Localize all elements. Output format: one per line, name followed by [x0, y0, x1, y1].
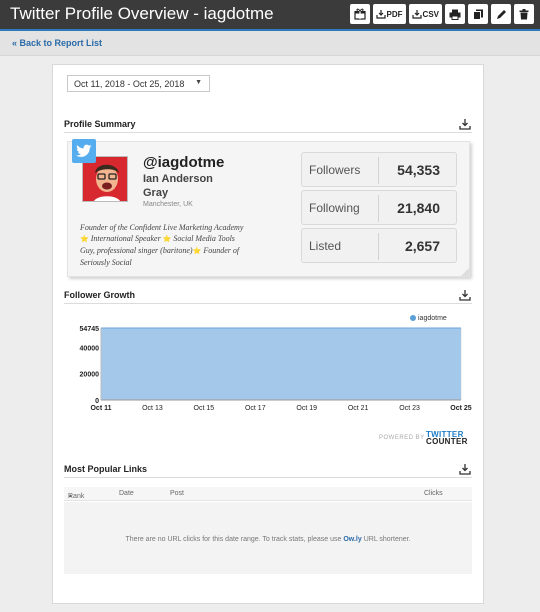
bio-line: Seriously Social: [80, 258, 132, 267]
stat-label: Following: [309, 201, 360, 215]
star-icon: ⭐: [80, 235, 89, 243]
follower-growth-chart: 54745 40000 20000 0Oct 11 Oct 13 Oct 15 Oct 17…: [80, 326, 472, 412]
bio-line: International Speaker: [90, 234, 161, 243]
profile-photo: [83, 157, 127, 201]
stat-divider: [378, 157, 379, 184]
gift-icon: [353, 8, 366, 20]
print-icon: [449, 9, 461, 20]
series-area-iagdotme: [101, 328, 461, 400]
profile-name: Ian Anderson Gray: [143, 173, 213, 199]
x-tick-label: Oct 17: [245, 405, 266, 412]
sort-asc-icon: ▲: [68, 493, 73, 499]
empty-text: There are no URL clicks for this date ra…: [125, 536, 344, 543]
star-icon: ⭐: [162, 235, 172, 243]
stat-value: 54,353: [397, 162, 440, 178]
section-divider: [64, 477, 472, 478]
date-range-value: Oct 11, 2018 - Oct 25, 2018: [74, 79, 185, 89]
y-tick-label: 0: [95, 398, 99, 405]
copy-icon: [472, 9, 483, 20]
print-button[interactable]: [445, 4, 465, 24]
toolbar: PDF CSV: [349, 4, 534, 24]
stat-divider: [378, 195, 379, 222]
back-to-report-list-link[interactable]: « Back to Report List: [12, 38, 102, 48]
caret-down-icon: ▼: [195, 79, 202, 86]
column-date[interactable]: Date: [119, 490, 134, 497]
y-tick-label: 54745: [80, 326, 100, 333]
links-table-body: There are no URL clicks for this date ra…: [64, 502, 472, 574]
bio-line: Founder of the Confident Live Marketing …: [80, 223, 244, 232]
section-divider: [64, 132, 472, 133]
bio-line: Founder of: [203, 246, 240, 255]
stat-label: Followers: [309, 163, 361, 177]
report-panel: Oct 11, 2018 - Oct 25, 2018 ▼ Profile Su…: [52, 64, 484, 604]
duplicate-button[interactable]: [468, 4, 488, 24]
y-tick-label: 20000: [80, 372, 100, 379]
popular-links-heading: Most Popular Links: [64, 464, 148, 474]
x-tick-label: Oct 23: [399, 405, 420, 412]
title-bar: Twitter Profile Overview - iagdotme PDF …: [0, 0, 540, 29]
y-tick-label: 40000: [80, 345, 100, 352]
date-range-select[interactable]: Oct 11, 2018 - Oct 25, 2018 ▼: [67, 75, 210, 92]
download-icon: [411, 10, 422, 19]
column-post[interactable]: Post: [170, 490, 184, 497]
stat-label: Listed: [309, 239, 342, 253]
back-bar: « Back to Report List: [0, 31, 540, 56]
pdf-label: PDF: [386, 9, 403, 19]
bio-line: Guy, professional singer (baritone): [80, 246, 193, 255]
download-icon: [375, 10, 386, 19]
download-icon[interactable]: [459, 118, 471, 130]
links-table-header: Rank ▲ Date Post Clicks: [64, 487, 472, 501]
edit-button[interactable]: [491, 4, 511, 24]
followers-stat: Followers 54,353: [301, 152, 457, 187]
column-clicks[interactable]: Clicks: [424, 490, 443, 497]
listed-stat: Listed 2,657: [301, 228, 457, 263]
profile-handle: @iagdotme: [143, 154, 225, 171]
star-icon: ⭐: [192, 247, 202, 255]
export-csv-button[interactable]: CSV: [408, 4, 442, 24]
page-title: Twitter Profile Overview - iagdotme: [10, 4, 274, 23]
owly-link[interactable]: Ow.ly: [343, 536, 361, 543]
twitter-bird-icon: [72, 139, 96, 163]
csv-label: CSV: [422, 9, 439, 19]
stat-value: 2,657: [404, 238, 440, 254]
pencil-icon: [496, 9, 506, 19]
powered-by-label: POWERED BY: [379, 435, 425, 441]
profile-location: Manchester, UK: [143, 201, 193, 208]
x-tick-label: Oct 11: [90, 405, 111, 412]
x-tick-label: Oct 19: [296, 405, 317, 412]
download-icon[interactable]: [459, 289, 471, 301]
empty-text: URL shortener.: [361, 536, 411, 543]
schedule-button[interactable]: [349, 4, 370, 24]
x-tick-label: Oct 21: [348, 405, 369, 412]
logo-text: COUNTER: [426, 437, 468, 446]
stat-divider: [378, 233, 379, 260]
follower-growth-heading: Follower Growth: [64, 290, 135, 300]
trash-icon: [519, 8, 529, 19]
x-tick-label: Oct 13: [142, 405, 163, 412]
download-icon[interactable]: [459, 463, 471, 475]
bio-line: Social Media Tools: [173, 234, 235, 243]
x-tick-label: Oct 15: [194, 405, 215, 412]
twittercounter-logo[interactable]: TWITTER COUNTER: [426, 431, 468, 446]
delete-button[interactable]: [514, 4, 534, 24]
profile-card: @iagdotme Ian Anderson Gray Manchester, …: [67, 139, 470, 277]
export-pdf-button[interactable]: PDF: [372, 4, 406, 24]
profile-bio: Founder of the Confident Live Marketing …: [80, 222, 290, 268]
card-page-curl: [461, 268, 469, 276]
stat-value: 21,840: [397, 200, 440, 216]
x-tick-label: Oct 25: [450, 405, 472, 412]
empty-state-message: There are no URL clicks for this date ra…: [64, 536, 472, 543]
section-divider: [64, 303, 472, 304]
following-stat: Following 21,840: [301, 190, 457, 225]
profile-summary-heading: Profile Summary: [64, 119, 136, 129]
